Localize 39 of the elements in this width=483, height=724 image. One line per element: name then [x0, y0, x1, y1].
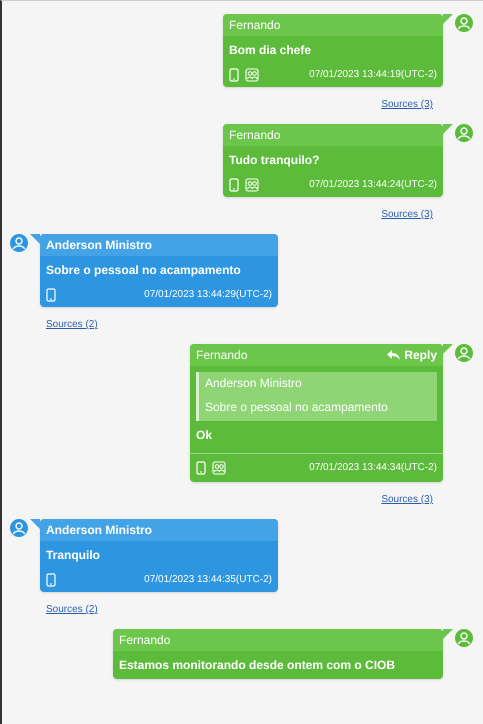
sources-link[interactable]: Sources (3)	[381, 97, 433, 112]
avatar-icon	[455, 124, 473, 142]
phone-icon	[229, 178, 239, 192]
sources-link[interactable]: Sources (3)	[381, 492, 433, 507]
sender-name: Anderson Ministro	[46, 522, 152, 539]
sender-name: Fernando	[196, 347, 248, 364]
contacts-icon	[245, 68, 259, 82]
phone-icon	[46, 572, 56, 586]
message-timestamp: 07/01/2023 13:44:29(UTC-2)	[144, 288, 272, 302]
avatar-icon	[10, 519, 28, 537]
message-timestamp: 07/01/2023 13:44:34(UTC-2)	[309, 461, 437, 475]
sources-link[interactable]: Sources (2)	[46, 602, 98, 617]
sender-name: Anderson Ministro	[46, 237, 152, 254]
quoted-sender: Anderson Ministro	[205, 375, 303, 392]
contacts-icon	[212, 460, 226, 474]
avatar-icon	[10, 234, 28, 252]
contacts-icon	[245, 178, 259, 192]
phone-icon	[46, 288, 56, 302]
message-timestamp: 07/01/2023 13:44:24(UTC-2)	[309, 178, 437, 192]
reply-icon	[387, 350, 400, 360]
message-text: Sobre o pessoal no acampamento	[46, 263, 241, 277]
avatar-icon	[455, 629, 473, 647]
avatar-icon	[455, 14, 473, 32]
message-timestamp: 07/01/2023 13:44:19(UTC-2)	[309, 68, 437, 82]
message-text: Estamos monitorando desde ontem com o CIOB	[119, 658, 396, 672]
message-text: Tranquilo	[46, 548, 100, 562]
sender-name: Fernando	[229, 17, 280, 34]
sources-link[interactable]: Sources (3)	[381, 207, 433, 222]
sources-link[interactable]: Sources (2)	[46, 317, 98, 332]
message-timestamp: 07/01/2023 13:44:35(UTC-2)	[144, 573, 272, 587]
sender-name: Fernando	[119, 632, 170, 649]
phone-icon	[229, 68, 239, 82]
avatar-icon	[455, 344, 473, 362]
sender-name: Fernando	[229, 127, 280, 144]
message-text: Ok	[196, 428, 212, 442]
phone-icon	[196, 460, 206, 474]
message-text: Tudo tranquilo?	[229, 153, 320, 167]
quoted-text: Sobre o pessoal no acampamento	[205, 399, 389, 416]
message-text: Bom dia chefe	[229, 43, 312, 57]
